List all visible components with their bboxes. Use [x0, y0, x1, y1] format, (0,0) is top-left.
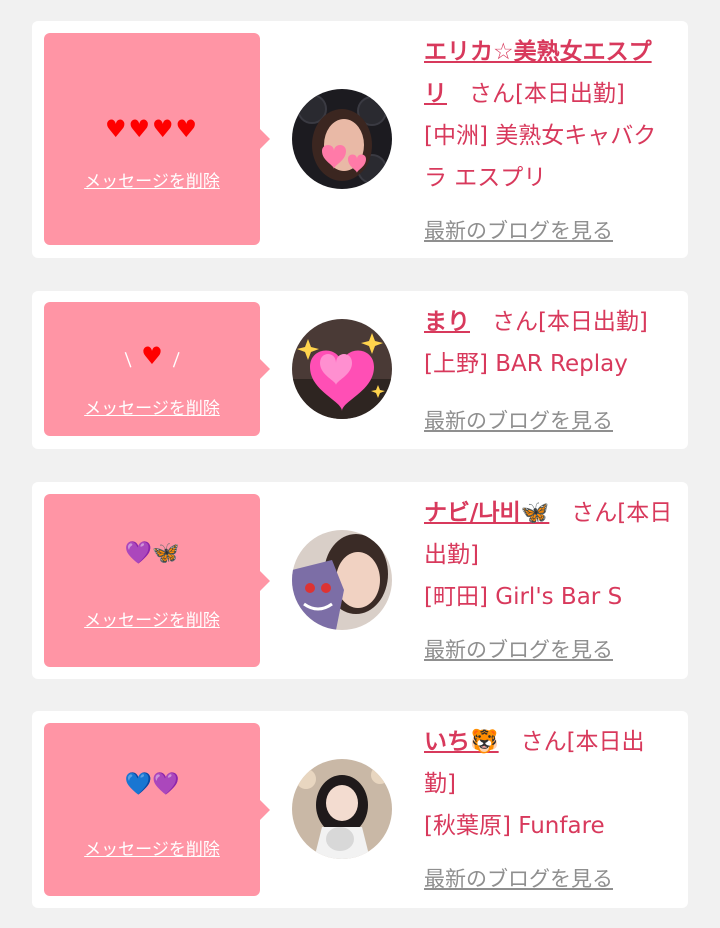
cast-name-link[interactable]: ナビ/나비🦋	[424, 500, 549, 526]
avatar[interactable]	[292, 319, 392, 419]
delete-message-link[interactable]: メッセージを削除	[44, 394, 260, 419]
latest-blog-link[interactable]: 最新のブログを見る	[424, 634, 613, 664]
latest-blog-link[interactable]: 最新のブログを見る	[424, 405, 613, 435]
avatar[interactable]	[292, 759, 392, 859]
message-bubble: ♥♥♥♥ メッセージを削除	[44, 33, 270, 245]
shop-name: [中洲] 美熟女キャバクラ エスプリ	[424, 123, 657, 191]
latest-blog-link[interactable]: 最新のブログを見る	[424, 863, 613, 893]
message-card: | ♥ | メッセージを削除 まり さん[本日出勤] [上野] BAR Repl…	[32, 291, 688, 449]
avatar[interactable]	[292, 89, 392, 189]
cast-name-link[interactable]: まり	[424, 309, 470, 335]
cast-info: エリカ☆美熟女エスプリ さん[本日出勤] [中洲] 美熟女キャバクラ エスプリ	[424, 31, 674, 199]
shop-name: [秋葉原] Funfare	[424, 813, 605, 839]
message-card: 💜🦋 メッセージを削除 ナビ/나비🦋 さん[本日出勤] [町田] Girl's …	[32, 482, 688, 679]
cast-info: まり さん[本日出勤] [上野] BAR Replay	[424, 301, 674, 385]
cast-suffix: さん[本日出勤]	[468, 81, 625, 107]
hearts-icon: ♥♥♥♥	[104, 115, 200, 143]
purple-heart-butterfly-icon: 💜🦋	[124, 541, 180, 566]
delete-message-link[interactable]: メッセージを削除	[44, 835, 260, 860]
message-card: ♥♥♥♥ メッセージを削除 エリカ☆美熟女エスプリ さん[本日出勤] [中洲] …	[32, 21, 688, 258]
cast-info: いち🐯 さん[本日出勤] [秋葉原] Funfare	[424, 721, 674, 847]
latest-blog-link[interactable]: 最新のブログを見る	[424, 215, 613, 245]
sparkle-heart-icon: | ♥ |	[121, 342, 183, 370]
shop-name: [町田] Girl's Bar S	[424, 584, 623, 610]
avatar[interactable]	[292, 530, 392, 630]
message-bubble: 💙💜 メッセージを削除	[44, 723, 270, 896]
delete-message-link[interactable]: メッセージを削除	[44, 606, 260, 631]
message-card: 💙💜 メッセージを削除 いち🐯 さん[本日出勤] [秋葉原] Funfare 最…	[32, 711, 688, 908]
cast-info: ナビ/나비🦋 さん[本日出勤] [町田] Girl's Bar S	[424, 492, 674, 618]
shop-name: [上野] BAR Replay	[424, 351, 628, 377]
message-bubble: | ♥ | メッセージを削除	[44, 302, 270, 436]
message-bubble: 💜🦋 メッセージを削除	[44, 494, 270, 667]
cast-name-link[interactable]: いち🐯	[424, 729, 499, 755]
delete-message-link[interactable]: メッセージを削除	[44, 167, 260, 192]
blue-purple-hearts-icon: 💙💜	[124, 772, 180, 797]
cast-suffix: さん[本日出勤]	[491, 309, 648, 335]
